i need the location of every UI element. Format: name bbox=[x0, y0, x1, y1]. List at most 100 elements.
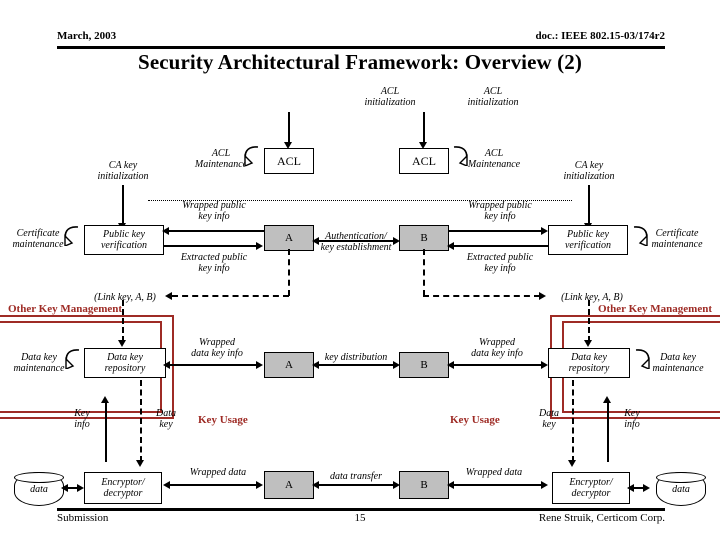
encryptor-decryptor-label-left: Encryptor/decryptor bbox=[101, 477, 145, 499]
wrapped-data-key-info-label-right: Wrapped data key info bbox=[471, 337, 523, 359]
wrapped-data-label-left: Wrapped data bbox=[189, 467, 247, 478]
wrapped-data-key-info-label-left: Wrapped data key info bbox=[191, 337, 243, 359]
data-store-label-right: data bbox=[672, 483, 690, 495]
data-key-repo-feed-dashed-left bbox=[122, 300, 124, 342]
entity-box-b-top: B bbox=[399, 225, 449, 251]
wrapped-data-arrowhead-right-in bbox=[541, 481, 548, 489]
slide-canvas: March, 2003 doc.: IEEE 802.15-03/174r2 S… bbox=[0, 0, 720, 540]
wrapped-public-key-line-right bbox=[448, 230, 542, 232]
data-key-repo-feed-arrowhead-right bbox=[584, 340, 592, 347]
wrapped-data-arrowhead-right-out bbox=[447, 481, 454, 489]
entity-box-a-mid: A bbox=[264, 352, 314, 378]
data-key-maintenance-curl-icon-left bbox=[65, 349, 80, 369]
link-key-label-right: (Link key, A, B) bbox=[561, 292, 623, 303]
key-info-label-right: Key info bbox=[624, 408, 640, 430]
authentication-key-establishment-label: Authentication/key establishment bbox=[320, 231, 392, 253]
encryptor-decryptor-box-right: Encryptor/decryptor bbox=[552, 472, 630, 504]
wrapped-public-key-info-label-left: Wrapped public key info bbox=[182, 200, 246, 222]
encryptor-decryptor-box-left: Encryptor/decryptor bbox=[84, 472, 162, 504]
key-info-arrowhead-left bbox=[101, 396, 109, 403]
encryptor-decryptor-label-right: Encryptor/decryptor bbox=[569, 477, 613, 499]
acl-init-arrow-line-right bbox=[423, 112, 425, 144]
key-info-label-left: Key info bbox=[74, 408, 90, 430]
data-key-repository-label-left: Data key repository bbox=[104, 352, 146, 374]
data-store-cylinder-left: data bbox=[14, 472, 64, 506]
entity-box-b-bottom: B bbox=[399, 471, 449, 499]
other-key-management-label-left: Other Key Management bbox=[8, 303, 123, 315]
footer-rule bbox=[57, 508, 665, 511]
public-key-verification-label-right: Public key verification bbox=[564, 229, 612, 251]
entity-box-a-top: A bbox=[264, 225, 314, 251]
extracted-public-key-line-right bbox=[454, 245, 548, 247]
data-key-label-right: Data key bbox=[539, 408, 559, 430]
acl-init-arrow-line-left bbox=[288, 112, 290, 144]
data-store-arrowhead-left-in bbox=[61, 484, 68, 492]
header-document-id: doc.: IEEE 802.15-03/174r2 bbox=[535, 30, 665, 42]
link-key-dashed-vertical-right bbox=[423, 249, 425, 296]
wrapped-public-key-arrowhead-right bbox=[541, 227, 548, 235]
data-store-arrowhead-right-in bbox=[643, 484, 650, 492]
key-info-line-right bbox=[607, 402, 609, 462]
data-store-label-left: data bbox=[30, 483, 48, 495]
wrapped-data-label-right: Wrapped data bbox=[465, 467, 523, 478]
data-key-repository-box-left: Data key repository bbox=[84, 348, 166, 378]
wrapped-data-line-left bbox=[170, 484, 258, 486]
acl-initialization-label-right: ACL initialization bbox=[364, 86, 416, 108]
wrapped-public-key-info-label-right: Wrapped public key info bbox=[468, 200, 532, 222]
wrapped-public-key-arrowhead-left bbox=[162, 227, 169, 235]
wrapped-data-key-arrowhead-left-in bbox=[163, 361, 170, 369]
authentication-arrowhead-left bbox=[312, 237, 319, 245]
link-key-dashed-horizontal-left bbox=[172, 295, 289, 297]
ca-key-init-line-left bbox=[122, 185, 124, 225]
authentication-line bbox=[318, 240, 394, 242]
wrapped-data-key-line-left bbox=[170, 364, 258, 366]
wrapped-data-key-arrowhead-right-out bbox=[447, 361, 454, 369]
public-key-verification-label-left: Public key verification bbox=[100, 229, 148, 251]
data-transfer-label: data transfer bbox=[330, 471, 382, 482]
public-key-verification-box-right: Public key verification bbox=[548, 225, 628, 255]
wrapped-data-key-line-right bbox=[454, 364, 542, 366]
data-transfer-arrowhead-right bbox=[393, 481, 400, 489]
link-key-dashed-horizontal-right bbox=[423, 295, 540, 297]
data-key-repo-feed-dashed-right bbox=[588, 300, 590, 342]
ca-key-initialization-label-left: CA key initialization bbox=[97, 160, 149, 182]
ca-key-init-line-right bbox=[588, 185, 590, 225]
entity-box-a-bottom: A bbox=[264, 471, 314, 499]
wrapped-data-arrowhead-left-in bbox=[163, 481, 170, 489]
public-key-verification-box-left: Public key verification bbox=[84, 225, 164, 255]
link-key-dashed-vertical-left bbox=[288, 249, 290, 296]
authentication-arrowhead-right bbox=[393, 237, 400, 245]
certificate-maintenance-curl-icon-right bbox=[633, 226, 648, 246]
acl-box-left: ACL bbox=[264, 148, 314, 174]
key-distribution-arrowhead-right bbox=[393, 361, 400, 369]
data-key-repository-box-right: Data key repository bbox=[548, 348, 630, 378]
data-key-repository-label-right: Data key repository bbox=[568, 352, 610, 374]
key-distribution-line bbox=[318, 364, 394, 366]
extracted-public-key-line-left bbox=[163, 245, 257, 247]
acl-maintenance-curl-icon-right bbox=[453, 146, 468, 166]
wrapped-data-arrowhead-left-out bbox=[256, 481, 263, 489]
header-date: March, 2003 bbox=[57, 30, 117, 42]
data-store-arrowhead-right-out bbox=[627, 484, 634, 492]
key-info-line-left bbox=[105, 402, 107, 462]
acl-maintenance-curl-icon-left bbox=[244, 146, 259, 166]
data-key-maintenance-curl-icon-right bbox=[635, 349, 650, 369]
footer-author: Rene Struik, Certicom Corp. bbox=[538, 512, 665, 524]
data-transfer-line bbox=[318, 484, 394, 486]
extracted-public-key-info-label-right: Extracted public key info bbox=[466, 252, 534, 274]
wrapped-public-key-line-left bbox=[169, 230, 264, 232]
data-store-arrowhead-left-out bbox=[77, 484, 84, 492]
wrapped-data-key-arrowhead-left-out bbox=[256, 361, 263, 369]
data-key-line-left bbox=[140, 380, 142, 462]
extracted-public-key-arrowhead-left bbox=[256, 242, 263, 250]
data-key-arrowhead-left bbox=[136, 460, 144, 467]
key-usage-label-left: Key Usage bbox=[198, 414, 248, 426]
key-usage-label-right: Key Usage bbox=[450, 414, 500, 426]
key-info-arrowhead-right bbox=[603, 396, 611, 403]
link-key-label-left: (Link key, A, B) bbox=[94, 292, 156, 303]
data-key-label-left: Data key bbox=[156, 408, 176, 430]
certificate-maintenance-curl-icon-left bbox=[64, 226, 79, 246]
ca-key-initialization-label-right: CA key initialization bbox=[563, 160, 615, 182]
data-store-cylinder-right: data bbox=[656, 472, 706, 506]
extracted-public-key-info-label-left: Extracted public key info bbox=[180, 252, 248, 274]
